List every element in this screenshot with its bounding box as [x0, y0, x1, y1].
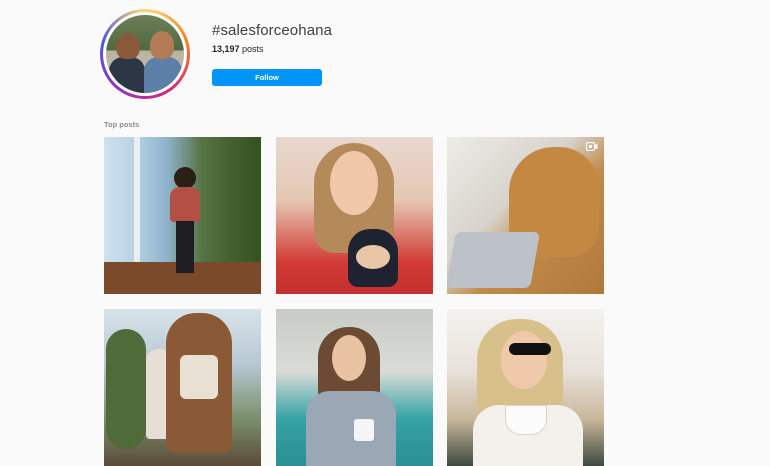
post-1-person-body — [170, 187, 200, 222]
hashtag-header: #salesforceohana 13,197 posts Follow — [0, 0, 770, 110]
post-2-face — [330, 151, 378, 215]
post-4-plant — [106, 329, 146, 449]
post-tile-4[interactable] — [104, 309, 261, 466]
post-tile-3[interactable] — [447, 137, 604, 294]
post-tile-6[interactable] — [447, 309, 604, 466]
post-2-plush-face — [356, 245, 390, 269]
post-tile-1[interactable] — [104, 137, 261, 294]
hashtag-title: #salesforceohana — [212, 22, 333, 39]
follow-button[interactable]: Follow — [212, 69, 322, 86]
post-1-person — [174, 167, 196, 189]
top-posts-heading: Top posts — [104, 120, 140, 129]
post-count-label: posts — [242, 44, 264, 54]
post-3-laptop — [447, 232, 540, 288]
post-count: 13,197 posts — [212, 44, 264, 54]
post-tile-5[interactable] — [276, 309, 433, 466]
post-5-face — [332, 335, 366, 381]
avatar-person-right — [144, 57, 182, 93]
avatar-border — [103, 12, 187, 96]
avatar-photo — [106, 15, 184, 93]
avatar-person-left — [109, 57, 145, 93]
hashtag-avatar[interactable] — [100, 9, 190, 99]
post-5-mug — [354, 419, 374, 441]
post-6-face — [501, 331, 547, 389]
video-camera-icon — [586, 142, 598, 151]
avatar-face-left — [116, 33, 140, 59]
post-count-number: 13,197 — [212, 44, 240, 54]
post-6-coffee-cup — [505, 405, 547, 435]
post-4-bear-vest — [180, 355, 218, 399]
post-5-jacket — [306, 391, 396, 466]
post-1-person-legs — [176, 221, 194, 273]
avatar-face-right — [150, 31, 174, 59]
post-tile-2[interactable] — [276, 137, 433, 294]
post-6-sunglasses — [509, 343, 551, 355]
